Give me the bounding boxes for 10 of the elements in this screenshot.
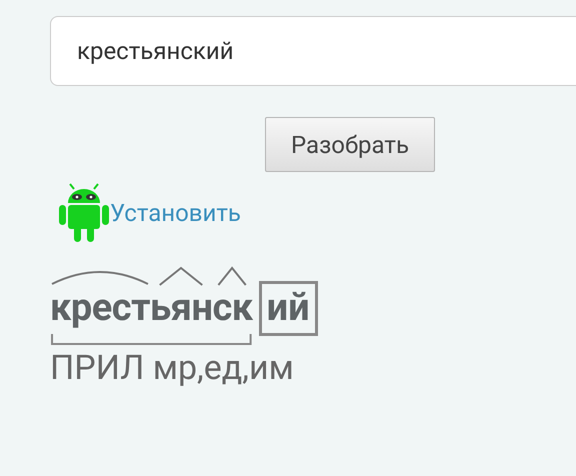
- morpheme-text: ск: [212, 286, 253, 330]
- grammar-tags: ПРИЛ мр,ед,им: [50, 348, 576, 388]
- stem-bracket-icon: [50, 334, 253, 346]
- morpheme-text: крест: [50, 286, 150, 330]
- morpheme-text: ьян: [150, 286, 212, 330]
- ending-box: ий: [258, 281, 318, 336]
- android-icon: [58, 183, 110, 243]
- search-field[interactable]: крестьянский: [50, 16, 576, 86]
- suffix-caret-icon: [216, 266, 249, 286]
- parse-button[interactable]: Разобрать: [265, 117, 435, 172]
